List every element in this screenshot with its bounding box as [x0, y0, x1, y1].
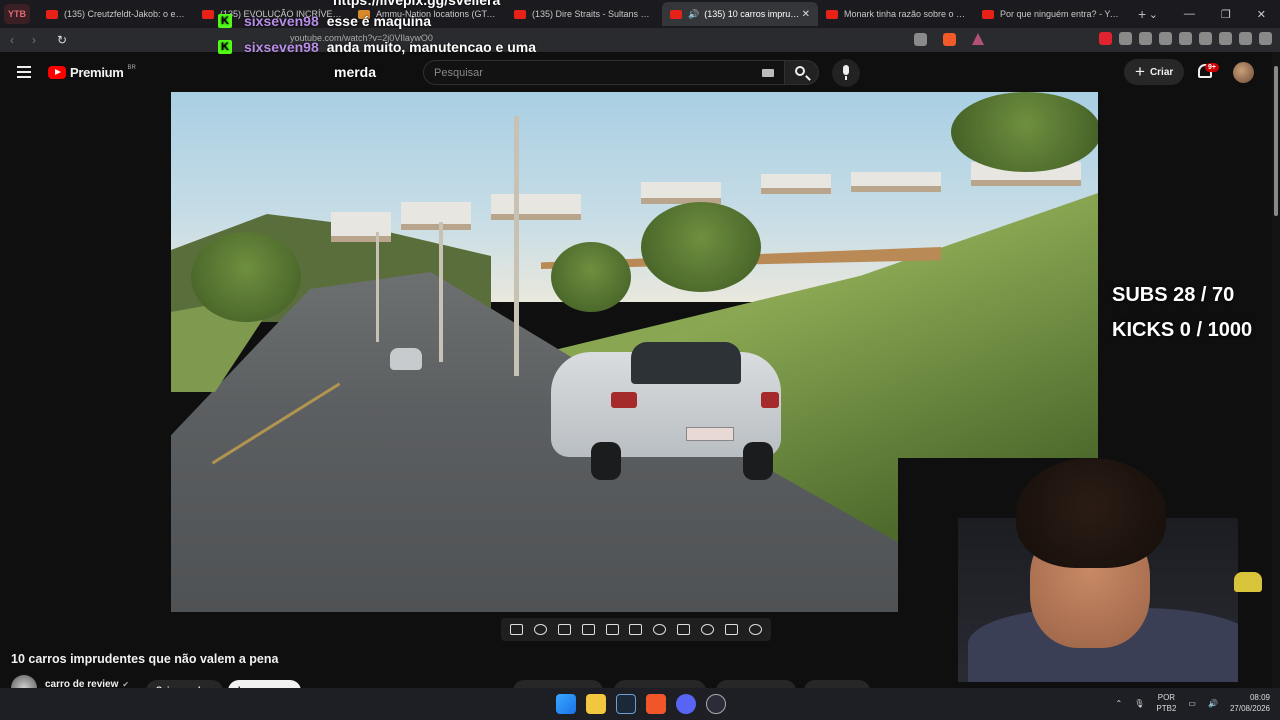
youtube-play-icon: [48, 66, 66, 79]
chevron-up-icon[interactable]: ⌃: [1116, 699, 1123, 708]
speed-icon[interactable]: [653, 624, 667, 635]
youtube-favicon-icon: [514, 9, 526, 19]
microphone-icon[interactable]: 🎙: [1134, 699, 1144, 708]
youtube-favicon-icon: [982, 9, 994, 19]
wallet-icon[interactable]: [1199, 32, 1212, 45]
browser-tab[interactable]: Monark tinha razão sobre o valor: [818, 2, 974, 26]
browser-tab[interactable]: (135) Dire Straits - Sultans Of Swing: [506, 2, 662, 26]
resize-icon[interactable]: [605, 624, 619, 635]
video-title: 10 carros imprudentes que não valem a pe…: [11, 652, 279, 666]
tab-search-icon[interactable]: ⌄: [1149, 8, 1158, 21]
page-scrollbar[interactable]: [1272, 52, 1280, 688]
address-bar-row: ‹ › ↻ youtube.com/watch?v=2j0VIlaywO0: [0, 28, 1280, 52]
browser-tab[interactable]: Por que ninguém entra? - YouTube: [974, 2, 1130, 26]
kicks-counter: KICKS 0 / 1000: [1112, 319, 1253, 341]
youtube-favicon-icon: [670, 9, 682, 19]
keyboard-icon[interactable]: [762, 69, 774, 77]
search-icon: [795, 66, 805, 76]
car-sticker-icon: [1234, 572, 1262, 592]
plus-icon: +: [1135, 62, 1145, 81]
extension-icon[interactable]: [1099, 32, 1112, 45]
avatar[interactable]: [1233, 62, 1254, 83]
cinema-icon[interactable]: [581, 624, 595, 635]
url-field[interactable]: youtube.com/watch?v=2j0VIlaywO0: [290, 33, 433, 43]
browser-tab[interactable]: (135) Creutzfeldt-Jakob: o estranho: [38, 2, 194, 26]
search-input[interactable]: Pesquisar: [423, 60, 785, 85]
system-tray: ⌃ 🎙 POR PTB2 ▭ 🔊 08:09 27/08/2026: [1116, 692, 1270, 714]
reload-icon[interactable]: ↻: [52, 33, 72, 47]
browser-tab-strip: YTB (135) Creutzfeldt-Jakob: o estranho …: [0, 0, 1280, 28]
settings-gear-icon[interactable]: [748, 624, 762, 635]
close-tab-icon[interactable]: ✕: [802, 9, 810, 20]
notification-count-badge: 9+: [1205, 63, 1219, 72]
search-button[interactable]: [785, 60, 819, 85]
car-image: [551, 332, 781, 482]
theater-icon[interactable]: [629, 624, 643, 635]
minimize-icon[interactable]: —: [1184, 8, 1195, 21]
sidebar-icon[interactable]: [1179, 32, 1192, 45]
leo-icon[interactable]: [1219, 32, 1232, 45]
flask-icon[interactable]: [724, 624, 738, 635]
forward-icon[interactable]: ›: [24, 33, 44, 47]
steam-icon[interactable]: [616, 694, 636, 714]
vpn-icon[interactable]: [1239, 32, 1252, 45]
windows-taskbar: ⌃ 🎙 POR PTB2 ▭ 🔊 08:09 27/08/2026: [0, 688, 1280, 720]
hamburger-menu-icon[interactable]: [17, 66, 31, 78]
browser-tab[interactable]: Ammu-Nation locations (GTA III): [350, 2, 506, 26]
close-window-icon[interactable]: ✕: [1257, 8, 1266, 21]
loop-icon[interactable]: [510, 624, 524, 635]
address-actions: [914, 33, 984, 46]
brave-shield-icon[interactable]: [943, 33, 956, 46]
puzzle-icon[interactable]: [1139, 32, 1152, 45]
profile-badge[interactable]: YTB: [4, 4, 30, 24]
voice-search-icon[interactable]: [832, 59, 860, 87]
back-icon[interactable]: ‹: [2, 33, 22, 47]
file-explorer-icon[interactable]: [586, 694, 606, 714]
audio-icon[interactable]: [534, 624, 548, 635]
brave-browser-icon[interactable]: [646, 694, 666, 714]
eye-icon[interactable]: [558, 624, 572, 635]
youtube-header: Premium BR Pesquisar + Criar: [0, 52, 1272, 92]
player-extension-toolbar: [501, 618, 771, 641]
site-favicon-icon: [358, 9, 370, 19]
youtube-logo[interactable]: Premium BR: [48, 65, 136, 80]
discord-icon[interactable]: [676, 694, 696, 714]
subs-counter: SUBS 28 / 70: [1112, 284, 1235, 306]
webcam-feed: [898, 458, 1238, 682]
youtube-favicon-icon: [46, 9, 58, 19]
media-icon[interactable]: [1159, 32, 1172, 45]
app-icon[interactable]: [706, 694, 726, 714]
network-icon[interactable]: ▭: [1188, 699, 1196, 708]
youtube-favicon-icon: [202, 9, 214, 19]
youtube-favicon-icon: [826, 9, 838, 19]
clock[interactable]: 08:09 27/08/2026: [1230, 692, 1270, 714]
language-indicator[interactable]: POR PTB2: [1156, 692, 1176, 714]
pip-icon[interactable]: [677, 624, 691, 635]
menu-icon[interactable]: [1259, 32, 1272, 45]
cast-icon[interactable]: [914, 33, 927, 46]
extension-icon[interactable]: [1119, 32, 1132, 45]
create-button[interactable]: + Criar: [1124, 59, 1184, 85]
window-controls: ⌄ — ❐ ✕: [1149, 8, 1280, 21]
windows-start-icon[interactable]: [556, 694, 576, 714]
speaker-icon[interactable]: 🔊: [688, 9, 699, 20]
volume-icon[interactable]: 🔊: [1208, 699, 1218, 708]
extensions-toolbar: [1099, 32, 1272, 45]
maximize-icon[interactable]: ❐: [1221, 8, 1231, 21]
brave-rewards-icon[interactable]: [972, 33, 984, 45]
new-tab-icon[interactable]: +: [1138, 6, 1146, 22]
browser-tab-active[interactable]: 🔊(135) 10 carros imprudentes✕: [662, 2, 818, 26]
screenshot-icon[interactable]: [700, 624, 714, 635]
browser-tab[interactable]: (135) EVOLUÇÃO INCRÍVEL DO GTA: [194, 2, 350, 26]
